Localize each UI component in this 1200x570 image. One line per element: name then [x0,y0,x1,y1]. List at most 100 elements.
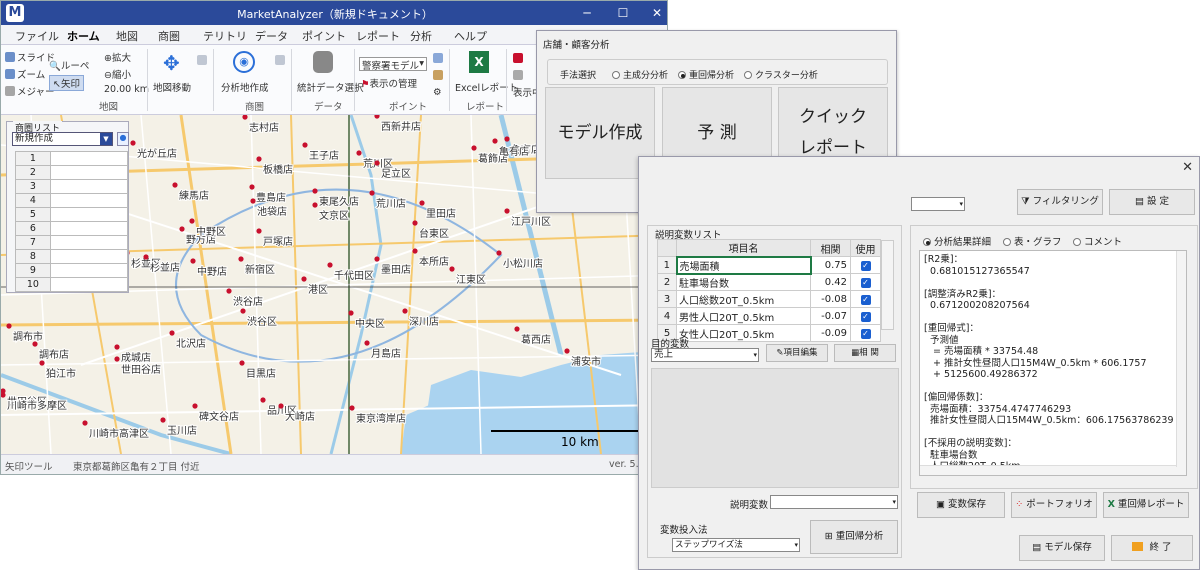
menu-analysis[interactable]: 分析 [410,28,432,44]
store-marker[interactable] [471,145,477,151]
excel-report-button[interactable]: Excelレポート [455,80,518,94]
store-marker[interactable] [369,190,375,196]
table-row[interactable]: 1 売場面積 0.75 ✓ [657,255,881,275]
store-marker[interactable] [504,208,510,214]
menu-point[interactable]: ポイント [302,28,346,44]
store-marker[interactable] [412,248,418,254]
var-save-button[interactable]: ▣ 変数保存 [917,492,1005,518]
column-header[interactable]: 項目名 [676,239,811,257]
store-marker[interactable] [143,254,149,260]
row-value[interactable] [49,277,129,292]
expl-select[interactable]: ▾ [770,495,898,509]
store-marker[interactable] [160,417,166,423]
map-move-icon[interactable]: ✥ [163,51,187,75]
target-select[interactable]: 売上 ▾ [651,348,759,362]
store-marker[interactable] [312,188,318,194]
store-marker[interactable] [301,276,307,282]
store-marker[interactable] [302,142,308,148]
zoom-in-button[interactable]: ⊕拡大 [104,50,131,64]
radio-regression[interactable]: 重回帰分析 [678,68,734,81]
close-icon[interactable]: ✕ [1182,160,1193,175]
column-header[interactable]: 使用 [850,239,881,257]
store-list-row[interactable]: 2 [15,165,129,180]
store-marker[interactable] [114,356,120,362]
store-marker[interactable] [496,250,502,256]
store-marker[interactable] [374,256,380,262]
store-marker[interactable] [348,310,354,316]
table-row[interactable]: 2 駐車場台数 0.42 ✓ [657,273,881,291]
result-hscrollbar[interactable] [920,465,1186,475]
menu-help[interactable]: ヘルプ [454,28,487,44]
store-marker[interactable] [39,360,45,366]
variable-name[interactable]: 男性人口20T_0.5km [676,307,811,325]
store-marker[interactable] [312,202,318,208]
store-list-row[interactable]: 7 [15,235,129,250]
analysis-map-button[interactable]: 分析地作成 [221,80,269,94]
minimize-icon[interactable]: ─ [579,5,595,21]
location-pin-icon[interactable]: ◉ [233,51,255,73]
portfolio-button[interactable]: ⁘ ポートフォリオ [1011,492,1097,518]
point-icon[interactable] [433,53,445,65]
view-detail-radio[interactable]: 分析結果詳細 [923,234,991,248]
regression-run-button[interactable]: ⊞ 重回帰分析 [810,520,898,554]
result-vscrollbar[interactable] [1176,251,1186,467]
store-list-row[interactable]: 8 [15,249,129,264]
table-row[interactable]: 5 女性人口20T_0.5km -0.09 ✓ [657,324,881,342]
maximize-icon[interactable]: ☐ [615,5,631,21]
store-marker[interactable] [327,262,333,268]
store-marker[interactable] [504,136,510,142]
store-marker[interactable] [449,266,455,272]
store-marker[interactable] [189,218,195,224]
result-text-box[interactable]: [R2乗]： 0.681015127365547 [調整済みR2乗]： 0.67… [919,250,1187,476]
loupe-button[interactable]: 🔍ルーペ [49,58,89,72]
variable-name[interactable]: 売場面積 [675,255,812,275]
store-marker[interactable] [402,308,408,314]
store-marker[interactable] [356,150,362,156]
row-value[interactable] [49,207,129,222]
menu-data[interactable]: データ [255,28,288,44]
item-edit-button[interactable]: ✎項目編集 [766,344,828,362]
store-marker[interactable] [169,330,175,336]
store-marker[interactable] [249,184,255,190]
point-edit-icon[interactable] [433,70,445,82]
store-marker[interactable] [514,326,520,332]
menu-file[interactable]: ファイル [15,28,59,44]
store-marker[interactable] [172,182,178,188]
use-checkbox[interactable]: ✓ [850,307,881,325]
use-checkbox[interactable]: ✓ [850,324,881,342]
variable-name[interactable]: 人口総数20T_0.5km [676,290,811,308]
row-value[interactable] [49,235,129,250]
model-select[interactable]: ▾ [911,197,965,211]
store-list-row[interactable]: 3 [15,179,129,194]
database-icon[interactable] [313,51,333,73]
store-marker[interactable] [130,140,136,146]
row-value[interactable] [49,179,129,194]
menu-trade-area[interactable]: 商圏 [158,28,180,44]
store-marker[interactable] [278,403,284,409]
hide-icon[interactable] [513,53,525,65]
zoom-out-button[interactable]: ⊖縮小 [104,67,131,81]
correlation-button[interactable]: ▦相 関 [834,344,896,362]
row-value[interactable] [49,165,129,180]
store-list-row[interactable]: 5 [15,207,129,222]
menu-report[interactable]: レポート [356,28,400,44]
store-marker[interactable] [114,344,120,350]
filter-button[interactable]: ⧩ フィルタリング [1017,189,1103,215]
radio-pca[interactable]: 主成分分析 [612,68,668,81]
store-marker[interactable] [6,323,12,329]
menu-territory[interactable]: テリトリ [203,28,247,44]
map-move-button[interactable]: 地図移動 [153,80,191,94]
variable-name[interactable]: 駐車場台数 [676,273,811,291]
store-marker[interactable] [374,160,380,166]
row-value[interactable] [49,221,129,236]
store-marker[interactable] [419,200,425,206]
display-mgmt-button[interactable]: ⚑表示の管理 [361,76,417,90]
regression-close-button[interactable]: 終 了 [1111,535,1193,561]
store-marker[interactable] [412,220,418,226]
column-header[interactable]: 相関 [810,239,851,257]
store-list-row[interactable]: 6 [15,221,129,236]
use-checkbox[interactable]: ✓ [850,256,881,274]
store-marker[interactable] [492,138,498,144]
table-row[interactable]: 3 人口総数20T_0.5km -0.08 ✓ [657,290,881,308]
row-value[interactable] [49,249,129,264]
